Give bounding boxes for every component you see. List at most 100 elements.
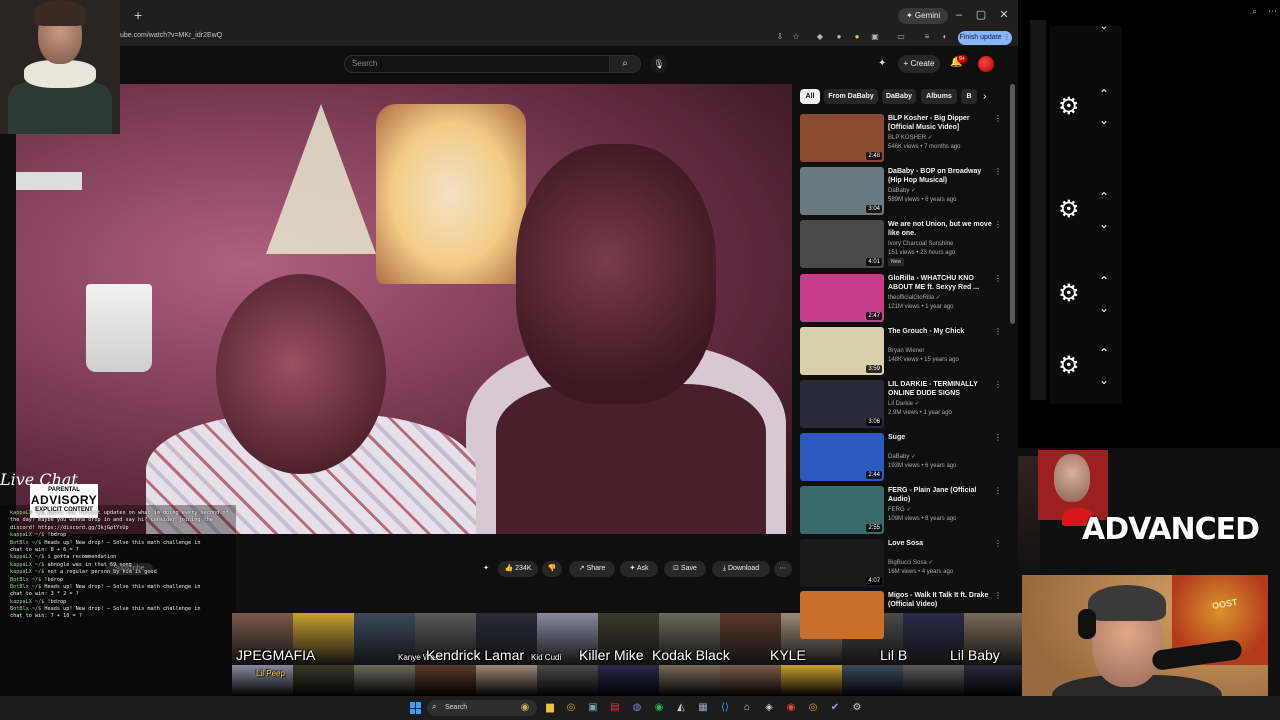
gear-icon[interactable]: ⚙ bbox=[1058, 95, 1082, 119]
chip-all[interactable]: All bbox=[800, 89, 820, 104]
create-button[interactable]: + Create bbox=[898, 55, 940, 73]
extension-icon[interactable]: ● bbox=[852, 32, 862, 42]
download-button[interactable]: ⤓ Download bbox=[712, 561, 770, 577]
address-bar[interactable] bbox=[120, 30, 1018, 46]
bookmark-star-icon[interactable]: ☆ bbox=[791, 32, 801, 42]
windows-start-icon[interactable] bbox=[410, 702, 422, 714]
video-title[interactable]: Love Sosa bbox=[888, 539, 992, 548]
new-tab-icon[interactable]: + bbox=[134, 8, 148, 22]
recommendation-item[interactable]: 3:06 LIL DARKIE - TERMINALLY ONLINE DUDE … bbox=[800, 380, 1006, 430]
video-title[interactable]: BLP Kosher - Big Dipper [Official Music … bbox=[888, 114, 992, 132]
chevron-right-icon[interactable]: › bbox=[983, 90, 995, 104]
like-button[interactable]: 👍 234K bbox=[498, 561, 538, 577]
chevron-down-icon[interactable]: ⌄ bbox=[1096, 22, 1112, 32]
video-thumbnail[interactable]: 3:04 bbox=[800, 167, 884, 215]
save-button[interactable]: ⊡ Save bbox=[664, 561, 706, 577]
settings-gear-icon[interactable]: ⚙ bbox=[850, 701, 864, 715]
more-vert-icon[interactable]: ⋮ bbox=[994, 114, 1002, 124]
channel-name[interactable]: Bryan Wiener bbox=[888, 347, 924, 355]
video-title[interactable]: Suge bbox=[888, 433, 992, 442]
url-text[interactable]: ube.com/watch?v=MKr_idr2EwQ bbox=[120, 32, 222, 39]
recommendation-item[interactable]: 2:44 Suge DaBaby ✓ 193M views • 6 years ago… bbox=[800, 433, 1006, 483]
video-thumbnail[interactable]: 4:07 bbox=[800, 539, 884, 587]
video-thumbnail[interactable]: 4:01 bbox=[800, 220, 884, 268]
channel-name[interactable]: DaBaby ✓ bbox=[888, 453, 916, 461]
more-vert-icon[interactable]: ⋮ bbox=[994, 327, 1002, 337]
chip-dababy[interactable]: DaBaby bbox=[882, 89, 916, 104]
recommendation-item[interactable]: 4:07 Love Sosa BigBucci Sosa ✓ 16M views • … bbox=[800, 539, 1006, 589]
finish-update-button[interactable]: Finish update ⋮ bbox=[958, 31, 1012, 45]
gear-icon[interactable]: ⚙ bbox=[1058, 282, 1082, 306]
app-icon[interactable]: ⌂ bbox=[740, 701, 754, 715]
app-icon[interactable]: ◉ bbox=[784, 701, 798, 715]
channel-name[interactable]: theofficialGloRilla ✓ bbox=[888, 294, 941, 302]
channel-name[interactable]: FERG ✓ bbox=[888, 506, 911, 514]
puzzle-extensions-icon[interactable]: ▣ bbox=[870, 32, 880, 42]
minimize-icon[interactable]: – bbox=[952, 8, 966, 22]
more-vert-icon[interactable]: ⋮ bbox=[994, 380, 1002, 390]
account-avatar[interactable] bbox=[978, 56, 994, 72]
search-button[interactable]: ⌕ bbox=[609, 55, 641, 73]
chip-from-dababy[interactable]: From DaBaby bbox=[824, 89, 878, 104]
discord-icon[interactable]: ◍ bbox=[630, 701, 644, 715]
microphone-icon[interactable]: 🎙 bbox=[650, 55, 668, 73]
widgets-icon[interactable]: ◉ bbox=[518, 701, 532, 715]
video-thumbnail[interactable]: 2:55 bbox=[800, 486, 884, 534]
more-vert-icon[interactable]: ⋮ bbox=[994, 486, 1002, 496]
chevron-up-icon[interactable]: ⌃ bbox=[1096, 275, 1112, 287]
video-title[interactable]: We are not Union, but we move like one. bbox=[888, 220, 992, 238]
video-player[interactable] bbox=[16, 84, 792, 534]
ask-button[interactable]: ✦ Ask bbox=[620, 561, 658, 577]
video-title[interactable]: LIL DARKIE - TERMINALLY ONLINE DUDE SIGN… bbox=[888, 380, 992, 398]
channel-name[interactable]: DaBaby ✓ bbox=[888, 187, 916, 195]
steam-icon[interactable]: ◈ bbox=[762, 701, 776, 715]
recommendation-item[interactable]: 2:55 FERG - Plain Jane (Official Audio) FE… bbox=[800, 486, 1006, 536]
search-input[interactable] bbox=[344, 55, 610, 73]
video-title[interactable]: FERG - Plain Jane (Official Audio) bbox=[888, 486, 992, 504]
chip-albums[interactable]: Albums bbox=[921, 89, 957, 104]
more-icon[interactable]: ⋯ bbox=[1268, 6, 1280, 17]
more-vert-icon[interactable]: ⋮ bbox=[994, 539, 1002, 549]
share-button[interactable]: ↗ Share bbox=[569, 561, 615, 577]
video-thumbnail[interactable]: 3:06 bbox=[800, 380, 884, 428]
more-vert-icon[interactable]: ⋮ bbox=[994, 591, 1002, 601]
sparkle-icon[interactable]: ✦ bbox=[480, 561, 492, 577]
file-explorer-icon[interactable]: ▆ bbox=[543, 701, 557, 715]
recommendation-item[interactable]: 2:48 BLP Kosher - Big Dipper [Official Mu… bbox=[800, 114, 1006, 164]
gear-icon[interactable]: ⚙ bbox=[1058, 198, 1082, 222]
more-vert-icon[interactable]: ⋮ bbox=[994, 220, 1002, 230]
chevron-up-icon[interactable]: ⌃ bbox=[1096, 191, 1112, 203]
more-vert-icon[interactable]: ⋮ bbox=[994, 433, 1002, 443]
video-title[interactable]: The Grouch - My Chick bbox=[888, 327, 992, 336]
gemini-button[interactable]: ✦ Gemini bbox=[898, 8, 949, 24]
recommendation-item[interactable]: 4:01 We are not Union, but we move like o… bbox=[800, 220, 1006, 270]
chrome-icon[interactable]: ◎ bbox=[564, 701, 578, 715]
gear-icon[interactable]: ⚙ bbox=[1058, 354, 1082, 378]
profile-icon[interactable]: ◐ bbox=[940, 32, 950, 42]
chrome-icon[interactable]: ◎ bbox=[806, 701, 820, 715]
app-icon[interactable]: ▤ bbox=[608, 701, 622, 715]
video-thumbnail[interactable]: 2:48 bbox=[800, 114, 884, 162]
scrollbar[interactable] bbox=[1010, 84, 1015, 324]
recommendation-item[interactable]: 2:47 GloRilla - WHATCHU KNO ABOUT ME ft. … bbox=[800, 274, 1006, 324]
extension-icon[interactable]: ● bbox=[834, 32, 844, 42]
cast-icon[interactable]: ✦ bbox=[878, 58, 886, 69]
recommendation-item[interactable]: 3:59 The Grouch - My Chick Bryan Wiener 148… bbox=[800, 327, 1006, 377]
chevron-down-icon[interactable]: ⌄ bbox=[1096, 374, 1112, 386]
recommendation-item[interactable]: Migos - Walk It Talk It ft. Drake (Offic… bbox=[800, 591, 1006, 641]
video-title[interactable]: Migos - Walk It Talk It ft. Drake (Offic… bbox=[888, 591, 992, 609]
channel-name[interactable]: BLP KOSHER ✓ bbox=[888, 134, 933, 142]
channel-name[interactable]: Lil Darkie ✓ bbox=[888, 400, 920, 408]
media-icon[interactable]: ≡ bbox=[922, 32, 932, 42]
more-actions-button[interactable]: ⋯ bbox=[774, 561, 792, 577]
channel-name[interactable]: BigBucci Sosa ✓ bbox=[888, 559, 933, 567]
app-icon[interactable]: ◭ bbox=[674, 701, 688, 715]
video-thumbnail[interactable]: 2:47 bbox=[800, 274, 884, 322]
video-title[interactable]: GloRilla - WHATCHU KNO ABOUT ME ft. Sexy… bbox=[888, 274, 992, 292]
chevron-up-icon[interactable]: ⌃ bbox=[1096, 347, 1112, 359]
vscode-icon[interactable]: ⟨⟩ bbox=[718, 701, 732, 715]
video-title[interactable]: DaBaby - BOP on Broadway (Hip Hop Musica… bbox=[888, 167, 992, 185]
chevron-down-icon[interactable]: ⌄ bbox=[1096, 218, 1112, 230]
video-thumbnail[interactable] bbox=[800, 591, 884, 639]
video-thumbnail[interactable]: 2:44 bbox=[800, 433, 884, 481]
